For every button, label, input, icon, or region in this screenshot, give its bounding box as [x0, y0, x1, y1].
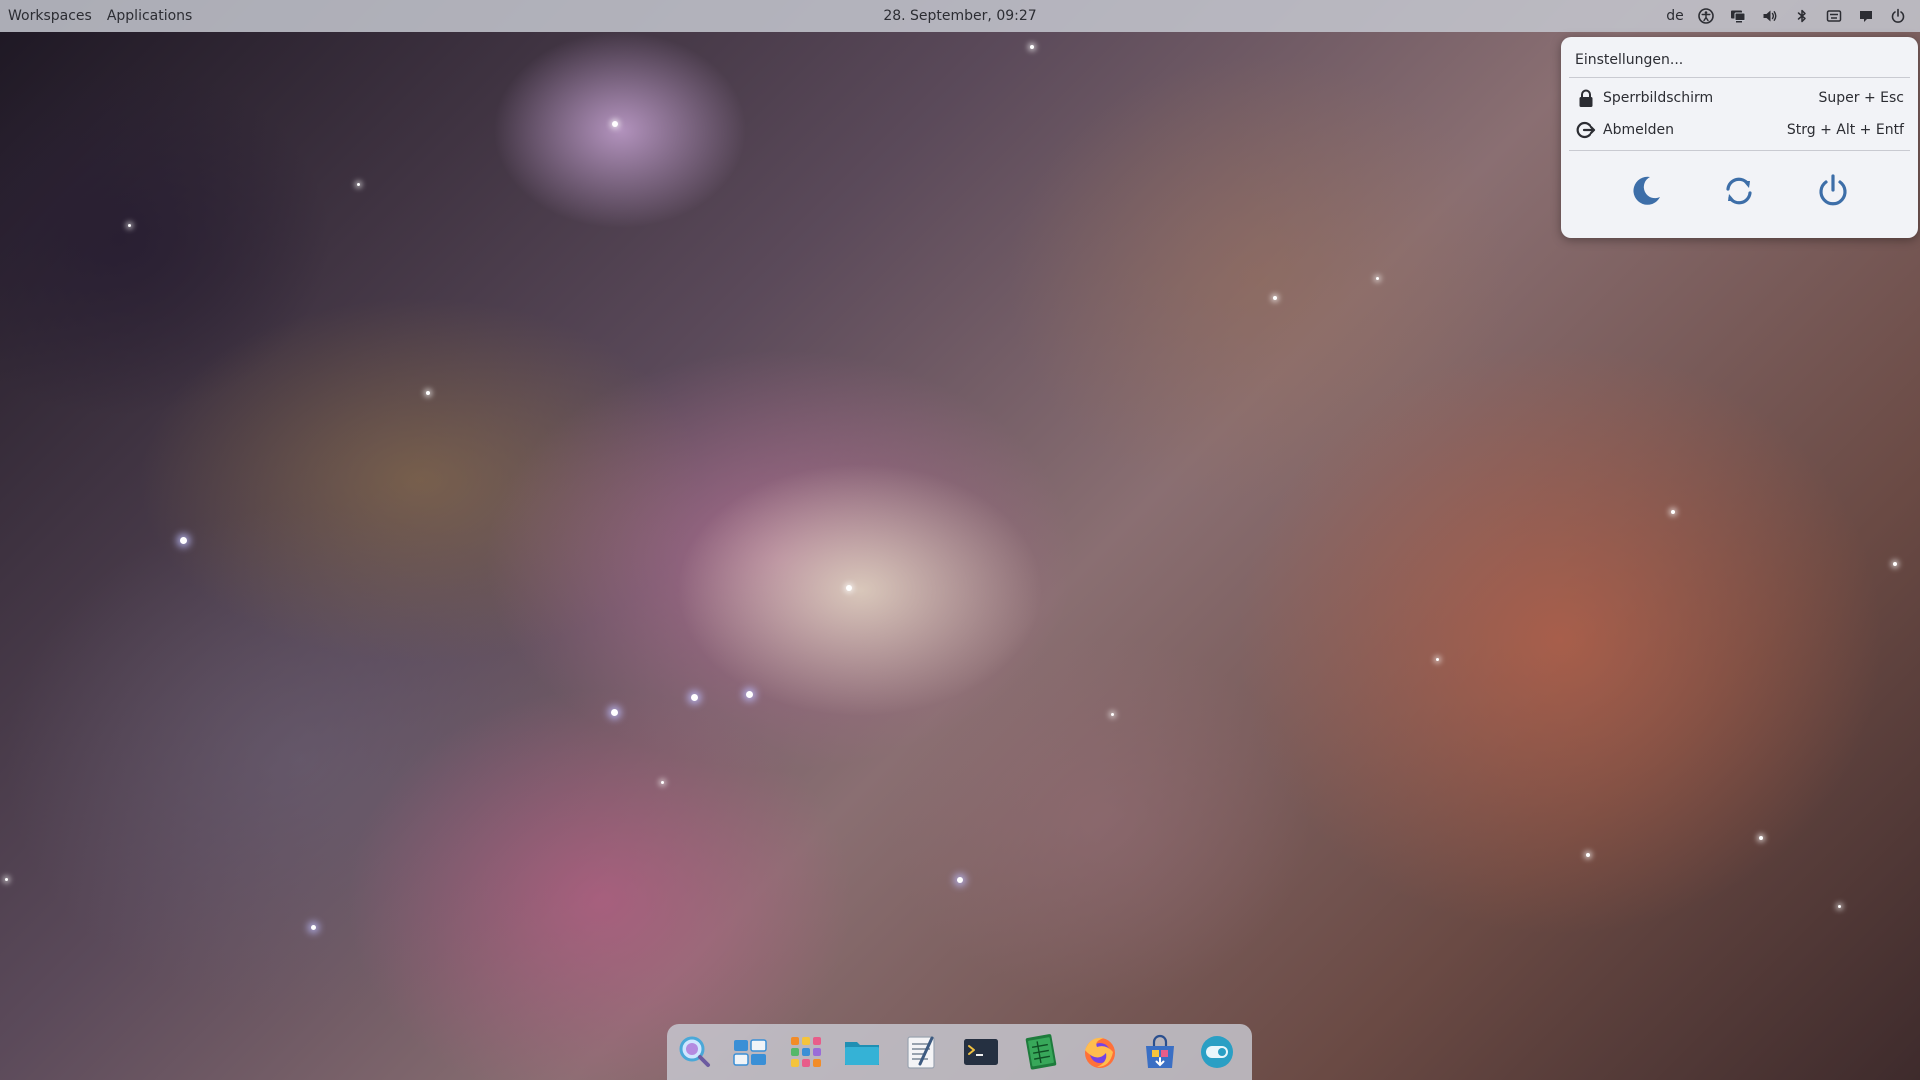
star	[611, 709, 618, 716]
star	[1436, 658, 1439, 661]
accessibility-icon[interactable]	[1690, 0, 1722, 32]
search-app-icon[interactable]	[675, 1032, 715, 1072]
restart-icon	[1721, 173, 1757, 213]
star	[1030, 45, 1034, 49]
star	[1671, 510, 1675, 514]
keyboard-icon[interactable]	[1818, 0, 1850, 32]
system-tray: de	[1660, 0, 1914, 32]
menu-separator	[1569, 150, 1910, 151]
notifications-icon[interactable]	[1850, 0, 1882, 32]
files-icon[interactable]	[842, 1032, 882, 1072]
dock	[667, 1024, 1252, 1080]
suspend-button[interactable]	[1620, 167, 1672, 219]
star	[691, 694, 698, 701]
keyboard-layout-indicator[interactable]: de	[1660, 0, 1690, 32]
workspaces-button[interactable]: Workspaces	[8, 8, 92, 24]
star	[1586, 853, 1590, 857]
session-menu-popover: Einstellungen... Sperrbildschirm Super +…	[1561, 37, 1918, 238]
shutdown-button[interactable]	[1807, 167, 1859, 219]
power-actions	[1561, 167, 1918, 219]
logout-shortcut: Strg + Alt + Entf	[1786, 122, 1904, 138]
window-switcher-icon[interactable]	[730, 1032, 770, 1072]
toggle-app-icon[interactable]	[1197, 1032, 1237, 1072]
settings-menu-item[interactable]: Einstellungen...	[1575, 49, 1683, 71]
volume-icon[interactable]	[1754, 0, 1786, 32]
star	[1273, 296, 1277, 300]
lock-screen-label: Sperrbildschirm	[1603, 90, 1714, 106]
shutdown-icon	[1815, 173, 1851, 213]
star	[357, 183, 360, 186]
top-panel: Workspaces Applications 28. September, 0…	[0, 0, 1920, 32]
star	[846, 585, 852, 591]
star	[612, 121, 618, 127]
power-icon[interactable]	[1882, 0, 1914, 32]
restart-button[interactable]	[1713, 167, 1765, 219]
lock-icon	[1575, 87, 1597, 109]
star	[746, 691, 753, 698]
star	[957, 877, 963, 883]
star	[661, 781, 664, 784]
software-center-icon[interactable]	[1140, 1032, 1180, 1072]
logout-menu-item[interactable]: Abmelden Strg + Alt + Entf	[1575, 118, 1904, 142]
star	[1759, 836, 1763, 840]
star	[180, 537, 187, 544]
star	[128, 224, 131, 227]
star	[1111, 713, 1114, 716]
star	[1893, 562, 1897, 566]
display-icon[interactable]	[1722, 0, 1754, 32]
menu-separator	[1569, 77, 1910, 78]
star	[426, 391, 430, 395]
firefox-icon[interactable]	[1080, 1032, 1120, 1072]
clock[interactable]: 28. September, 09:27	[0, 0, 1920, 32]
bluetooth-icon[interactable]	[1786, 0, 1818, 32]
spreadsheet-icon[interactable]	[1020, 1032, 1060, 1072]
star	[5, 878, 8, 881]
lock-screen-shortcut: Super + Esc	[1818, 90, 1904, 106]
logout-icon	[1575, 119, 1597, 141]
terminal-icon[interactable]	[961, 1032, 1001, 1072]
logout-label: Abmelden	[1603, 122, 1674, 138]
text-editor-icon[interactable]	[902, 1032, 942, 1072]
applications-button[interactable]: Applications	[107, 8, 193, 24]
lock-screen-menu-item[interactable]: Sperrbildschirm Super + Esc	[1575, 86, 1904, 110]
star	[1838, 905, 1841, 908]
app-launcher-icon[interactable]	[786, 1032, 826, 1072]
suspend-icon	[1628, 173, 1664, 213]
star	[311, 925, 316, 930]
panel-left-group: Workspaces Applications	[8, 0, 192, 32]
star	[1376, 277, 1379, 280]
